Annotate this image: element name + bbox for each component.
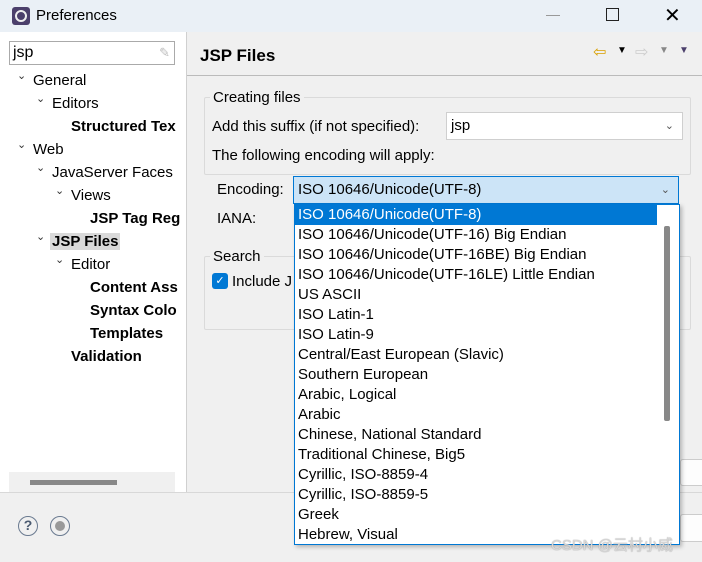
encoding-option[interactable]: Arabic, Logical (295, 385, 657, 405)
encoding-option[interactable]: Central/East European (Slavic) (295, 345, 657, 365)
tree-item[interactable]: Editors (52, 95, 99, 112)
dialog-button-partial[interactable] (680, 514, 702, 542)
forward-menu-chevron-icon[interactable]: ▼ (659, 45, 669, 56)
back-menu-chevron-icon[interactable]: ▼ (617, 45, 627, 56)
tree-item[interactable]: Web (33, 141, 64, 158)
window-title: Preferences (36, 7, 117, 24)
title-bar: Preferences ✕ (0, 0, 702, 32)
encoding-option[interactable]: ISO 10646/Unicode(UTF-16) Big Endian (295, 225, 657, 245)
back-arrow-icon[interactable]: ⇦ (593, 42, 606, 62)
include-checkbox[interactable]: ✓ (212, 273, 228, 289)
tree-item[interactable]: JSP Tag Reg (90, 210, 180, 227)
maximize-button[interactable] (606, 8, 619, 21)
encoding-option[interactable]: Chinese, National Standard (295, 425, 657, 445)
encoding-option[interactable]: US ASCII (295, 285, 657, 305)
suffix-combo[interactable]: jsp ⌄ (446, 112, 683, 140)
minimize-button[interactable] (546, 15, 560, 16)
encoding-option[interactable]: ISO 10646/Unicode(UTF-16LE) Little Endia… (295, 265, 657, 285)
encoding-option[interactable]: Cyrillic, ISO-8859-5 (295, 485, 657, 505)
preferences-tree-panel: jsp ✎ ⌄ General ⌄ Editors Structured Tex ⌄ Web ⌄… (0, 32, 187, 492)
chevron-down-icon: ⌄ (664, 120, 674, 132)
chevron-down-icon[interactable]: ⌄ (36, 230, 45, 243)
scrollbar-thumb[interactable] (30, 480, 117, 485)
tree-item[interactable]: Templates (90, 325, 163, 342)
encoding-dropdown-list[interactable]: ISO 10646/Unicode(UTF-8) ISO 10646/Unicod… (294, 204, 680, 545)
chevron-down-icon[interactable]: ⌄ (17, 69, 26, 82)
creating-files-label: Creating files (210, 89, 304, 106)
right-button-partial[interactable] (680, 459, 702, 486)
search-group-label: Search (210, 248, 264, 265)
view-menu-icon[interactable]: ▼ (679, 45, 689, 56)
tree-item[interactable]: JSP Files (50, 233, 121, 250)
encoding-option[interactable]: Southern European (295, 365, 657, 385)
page-title: JSP Files (200, 46, 276, 65)
clear-filter-icon[interactable]: ✎ (159, 42, 170, 64)
chevron-down-icon[interactable]: ⌄ (55, 253, 64, 266)
tree-item[interactable]: General (33, 72, 86, 89)
help-icon[interactable]: ? (18, 516, 38, 536)
forward-arrow-icon[interactable]: ⇨ (635, 42, 648, 62)
encoding-option[interactable]: ISO 10646/Unicode(UTF-16BE) Big Endian (295, 245, 657, 265)
close-button[interactable]: ✕ (664, 3, 681, 28)
tree-item[interactable]: Editor (71, 256, 110, 273)
encoding-combo[interactable]: ISO 10646/Unicode(UTF-8) ⌄ (293, 176, 679, 204)
encoding-option[interactable]: Arabic (295, 405, 657, 425)
encoding-option[interactable]: Traditional Chinese, Big5 (295, 445, 657, 465)
eclipse-gear-icon (12, 7, 30, 25)
iana-label: IANA: (217, 210, 257, 227)
dropdown-scrollbar-thumb[interactable] (664, 226, 670, 421)
tree-item[interactable]: Validation (71, 348, 142, 365)
header-separator (187, 75, 702, 76)
record-icon[interactable] (50, 516, 70, 536)
tree-item[interactable]: Content Ass (90, 279, 178, 296)
suffix-label: Add this suffix (if not specified): (212, 118, 420, 135)
tree-item[interactable]: JavaServer Faces (52, 164, 173, 181)
encoding-option[interactable]: ISO Latin-9 (295, 325, 657, 345)
horizontal-scrollbar[interactable] (9, 472, 175, 492)
chevron-down-icon: ⌄ (660, 184, 670, 196)
encoding-label: Encoding: (217, 181, 284, 198)
chevron-down-icon[interactable]: ⌄ (55, 184, 64, 197)
encoding-option[interactable]: ISO 10646/Unicode(UTF-8) (295, 205, 657, 225)
watermark: CSDN @云村小威 (551, 537, 673, 554)
encoding-option[interactable]: ISO Latin-1 (295, 305, 657, 325)
tree-item[interactable]: Structured Tex (71, 118, 176, 135)
tree-item[interactable]: Views (71, 187, 111, 204)
encoding-option[interactable]: Cyrillic, ISO-8859-4 (295, 465, 657, 485)
tree-item[interactable]: Syntax Colo (90, 302, 177, 319)
chevron-down-icon[interactable]: ⌄ (36, 92, 45, 105)
chevron-down-icon[interactable]: ⌄ (17, 138, 26, 151)
encoding-option[interactable]: Greek (295, 505, 657, 525)
include-checkbox-label: Include J (232, 273, 293, 290)
chevron-down-icon[interactable]: ⌄ (36, 161, 45, 174)
filter-input[interactable]: jsp ✎ (9, 41, 175, 65)
encoding-note: The following encoding will apply: (212, 147, 435, 164)
